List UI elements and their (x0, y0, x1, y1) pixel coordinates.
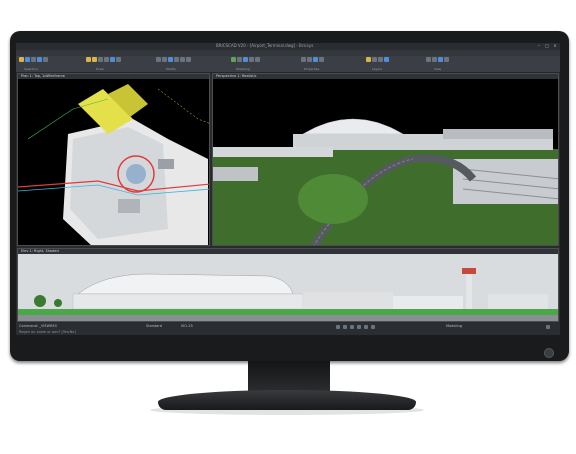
customize-icon[interactable] (546, 325, 550, 329)
status-workspace[interactable]: Modeling (446, 324, 462, 328)
zoom-icon[interactable] (426, 57, 431, 62)
status-dim-style[interactable]: ISO-25 (181, 324, 193, 328)
elevation-ground-green (18, 309, 558, 315)
rectangle-icon[interactable] (110, 57, 115, 62)
polar-icon[interactable] (357, 325, 361, 329)
ribbon-label-draw: Draw (96, 67, 104, 71)
ortho-icon[interactable] (350, 325, 354, 329)
status-text-style[interactable]: Standard (146, 324, 162, 328)
green-roundabout (298, 174, 368, 224)
parking-block (118, 199, 140, 213)
snap-icon[interactable] (336, 325, 340, 329)
orbit-icon[interactable] (438, 57, 443, 62)
viewport-elevation[interactable]: Elev 1: Right, Shaded (17, 248, 559, 322)
ribbon-toolbar: Selection Draw Modify Modeling Propertie… (16, 56, 560, 73)
osnap-icon[interactable] (364, 325, 368, 329)
deselect-icon[interactable] (43, 57, 48, 62)
building-footprint (158, 159, 174, 169)
settings-icon[interactable] (444, 57, 449, 62)
elevation-hangar (488, 294, 548, 309)
push-pull-icon[interactable] (243, 57, 248, 62)
polyline-icon[interactable] (92, 57, 97, 62)
subtract-icon[interactable] (255, 57, 260, 62)
cad-application-window: BRICSCAD V20 - [Airport_Terminal.dwg] - … (16, 43, 560, 335)
tree-left (34, 295, 46, 307)
foreground-building (213, 167, 258, 181)
copy-icon[interactable] (162, 57, 167, 62)
ribbon-label-view: View (434, 67, 442, 71)
scale-icon[interactable] (174, 57, 179, 62)
ribbon-label-modify: Modify (166, 67, 176, 71)
rotate-icon[interactable] (168, 57, 173, 62)
close-button[interactable]: × (552, 44, 558, 48)
minimize-button[interactable]: – (536, 44, 542, 48)
layer-freeze-icon[interactable] (378, 57, 383, 62)
grid-icon[interactable] (343, 325, 347, 329)
lineweight-icon[interactable] (313, 57, 318, 62)
layer-lock-icon[interactable] (384, 57, 389, 62)
terminal-3d-render (213, 79, 558, 245)
arc-icon[interactable] (104, 57, 109, 62)
hatch-icon[interactable] (116, 57, 121, 62)
monitor-stand-base (158, 390, 416, 410)
ribbon-label-modeling: Modeling (236, 67, 250, 71)
color-icon[interactable] (301, 57, 306, 62)
site-plan-drawing (18, 84, 209, 245)
linetype-icon[interactable] (307, 57, 312, 62)
ribbon-label-selection: Selection (24, 67, 38, 71)
circle-icon[interactable] (98, 57, 103, 62)
box-icon[interactable] (237, 57, 242, 62)
terrain-hatch (70, 127, 168, 239)
layer-icon[interactable] (366, 57, 371, 62)
lineweight-toggle-icon[interactable] (371, 325, 375, 329)
status-bar: Command: _VIEWRES Regen on zoom or pan? … (16, 323, 560, 335)
elevation-terminal-body (72, 293, 304, 310)
maximize-button[interactable]: □ (544, 44, 550, 48)
filter-icon[interactable] (31, 57, 36, 62)
viewport-plan[interactable]: Plan 1: Top, 2dWireframe (17, 73, 210, 246)
title-bar: BRICSCAD V20 - [Airport_Terminal.dwg] - … (16, 43, 560, 50)
control-tower-cab (462, 268, 476, 274)
elevation-concourse-2 (393, 296, 463, 309)
select-icon[interactable] (19, 57, 24, 62)
pan-icon[interactable] (432, 57, 437, 62)
command-hint: Regen on zoom or pan? [Yes/No] (19, 330, 76, 334)
union-icon[interactable] (249, 57, 254, 62)
viewport-perspective[interactable]: Perspective 1: Realistic (212, 73, 559, 246)
terminal-wing (443, 129, 553, 139)
window-title: BRICSCAD V20 - [Airport_Terminal.dwg] - … (216, 43, 314, 48)
move-icon[interactable] (156, 57, 161, 62)
extrude-icon[interactable] (231, 57, 236, 62)
trim-icon[interactable] (186, 57, 191, 62)
match-properties-icon[interactable] (319, 57, 324, 62)
left-concourse (213, 147, 333, 157)
boundary-dashed (157, 88, 209, 124)
monitor-stand-neck (248, 361, 330, 393)
mirror-icon[interactable] (180, 57, 185, 62)
window-select-icon[interactable] (25, 57, 30, 62)
tree-left-2 (54, 299, 62, 307)
ribbon-label-properties: Properties (304, 67, 320, 71)
elevation-ground-base (18, 315, 558, 321)
control-tower-shaft (466, 272, 472, 309)
terminal-core (126, 164, 146, 184)
elevation-concourse-1 (303, 292, 393, 309)
layer-off-icon[interactable] (372, 57, 377, 62)
line-icon[interactable] (86, 57, 91, 62)
power-led-icon[interactable] (544, 348, 554, 358)
ribbon-label-layers: Layers (372, 67, 382, 71)
terminal-elevation-render (18, 254, 558, 321)
quick-select-icon[interactable] (37, 57, 42, 62)
